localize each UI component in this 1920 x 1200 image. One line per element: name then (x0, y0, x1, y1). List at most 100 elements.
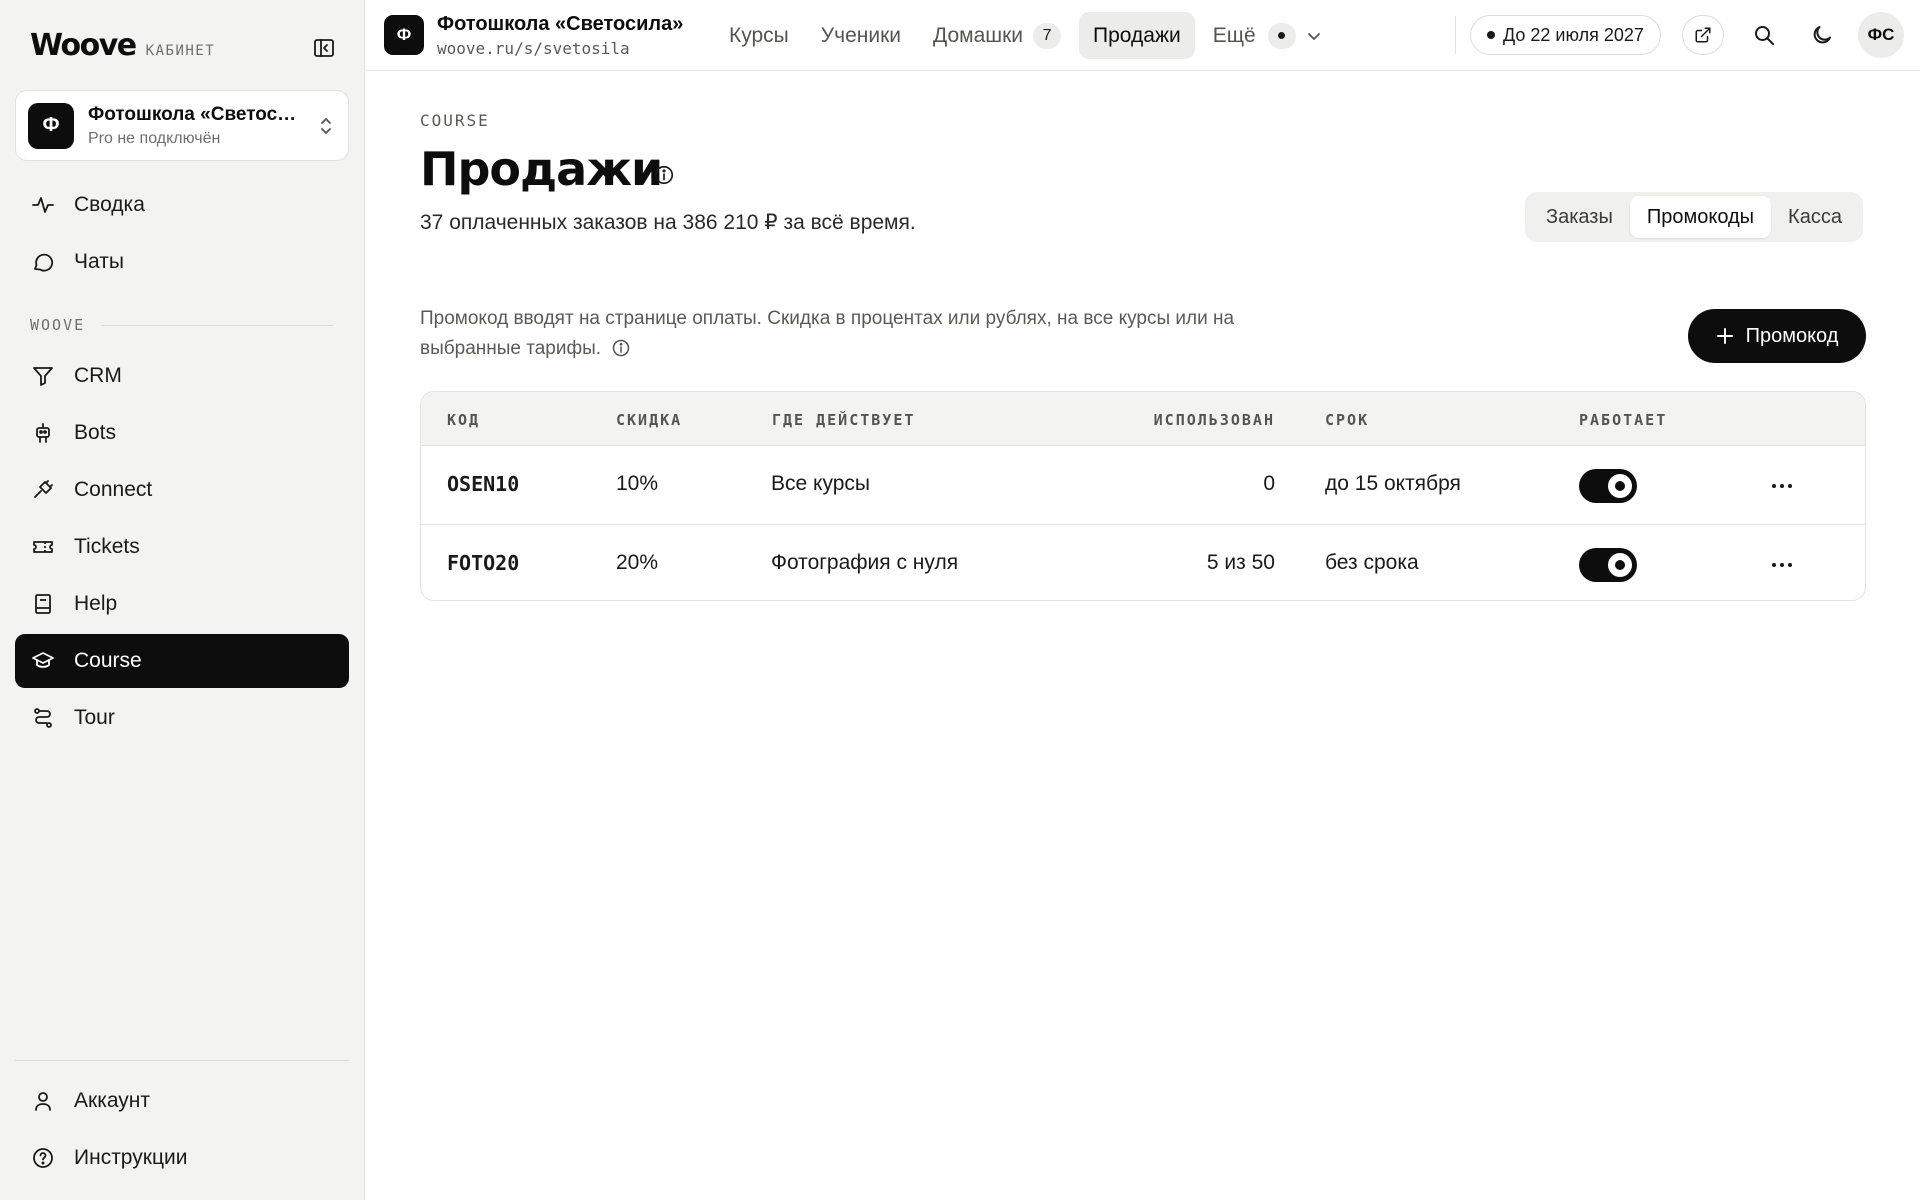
sidebar-collapse-icon (314, 39, 334, 57)
column-header-active[interactable]: РАБОТАЕТ (1579, 411, 1667, 429)
subscription-date: До 22 июля 2027 (1503, 24, 1644, 45)
sidebar-item-tour[interactable]: Tour (15, 691, 349, 745)
topbar-divider (1455, 16, 1456, 54)
table-header: КОД СКИДКА ГДЕ ДЕЙСТВУЕТ ИСПОЛЬЗОВАН СРО… (421, 392, 1865, 446)
sidebar-item-tickets[interactable]: Tickets (15, 520, 349, 574)
sidebar-footer-divider (15, 1060, 349, 1061)
promocode-term: до 15 октября (1325, 472, 1461, 495)
more-horizontal-icon (1772, 484, 1792, 488)
tab-orders[interactable]: Заказы (1529, 196, 1630, 238)
promocodes-table: КОД СКИДКА ГДЕ ДЕЙСТВУЕТ ИСПОЛЬЗОВАН СРО… (420, 391, 1866, 601)
description-info-icon[interactable] (611, 338, 631, 358)
workspace-switcher[interactable]: Ф Фотошкола «Светосила» Pro не подключён (15, 90, 349, 161)
tab-label: Курсы (729, 23, 789, 47)
sidebar-item-label: Bots (74, 421, 117, 444)
table-row[interactable]: FOTO20 20% Фотография с нуля 5 из 50 без… (421, 526, 1865, 600)
sidebar-item-label: Connect (74, 478, 153, 501)
ticket-icon (30, 534, 56, 560)
column-header-used[interactable]: ИСПОЛЬЗОВАН (1154, 411, 1275, 429)
column-header-term[interactable]: СРОК (1325, 411, 1369, 429)
page-title: Продажи (420, 142, 663, 196)
more-horizontal-icon (1772, 563, 1792, 567)
user-icon (30, 1088, 56, 1114)
sidebar-item-label: Help (74, 592, 118, 615)
sidebar-item-chats[interactable]: Чаты (15, 235, 349, 289)
sidebar-item-label: Tour (74, 706, 115, 729)
row-more-button[interactable] (1767, 551, 1797, 579)
promocode-active-toggle[interactable] (1579, 548, 1637, 582)
plug-icon (30, 477, 56, 503)
description-text: Промокод вводят на странице оплаты. Скид… (420, 308, 1235, 359)
column-header-discount[interactable]: СКИДКА (616, 411, 682, 429)
subscription-date-pill[interactable]: До 22 июля 2027 (1470, 15, 1661, 55)
tab-label: Ещё (1212, 23, 1256, 47)
plus-icon (1716, 328, 1733, 344)
tab-label: Ученики (820, 23, 901, 47)
sidebar-item-label: Чаты (74, 250, 124, 273)
tab-homework[interactable]: Домашки 7 (919, 12, 1075, 59)
chevron-up-down-icon (316, 114, 336, 138)
sidebar: Woove КАБИНЕТ Ф Фотошкола «Светосила» Pr… (0, 0, 365, 1200)
site-url[interactable]: woove.ru/s/svetosila (437, 39, 630, 58)
promocode-scope: Все курсы (771, 472, 870, 495)
theme-toggle-button[interactable] (1802, 15, 1842, 55)
sidebar-item-summary[interactable]: Сводка (15, 178, 349, 232)
sidebar-item-help[interactable]: Help (15, 577, 349, 631)
tab-more[interactable]: Ещё (1199, 12, 1336, 59)
sidebar-section-label: WOOVE (30, 316, 333, 334)
search-icon (1755, 26, 1774, 45)
add-promocode-label: Промокод (1745, 324, 1839, 347)
route-icon (30, 705, 56, 731)
title-info-icon[interactable] (653, 164, 675, 186)
graduation-cap-icon (30, 648, 56, 674)
table-row[interactable]: OSEN10 10% Все курсы 0 до 15 октября (421, 447, 1865, 525)
sidebar-item-label: Course (74, 649, 142, 672)
tab-students[interactable]: Ученики (807, 12, 915, 59)
promocode-discount: 10% (616, 472, 659, 495)
promocode-used: 5 из 50 (1206, 551, 1275, 574)
robot-icon (30, 420, 56, 446)
tab-cashbox[interactable]: Касса (1771, 196, 1859, 238)
tab-promocodes[interactable]: Промокоды (1629, 196, 1772, 238)
promocode-description: Промокод вводят на странице оплаты. Скид… (420, 304, 1340, 364)
site-name[interactable]: Фотошкола «Светосила» (437, 13, 683, 36)
sidebar-item-bots[interactable]: Bots (15, 406, 349, 460)
sidebar-item-crm[interactable]: CRM (15, 349, 349, 403)
column-header-code[interactable]: КОД (447, 411, 480, 429)
promocode-code: FOTO20 (447, 551, 520, 575)
sales-summary: 37 оплаченных заказов на 386 210 ₽ за вс… (420, 211, 916, 234)
status-dot (1487, 31, 1495, 39)
sidebar-item-label: CRM (74, 364, 122, 387)
section-label-text: WOOVE (30, 316, 86, 334)
promocode-active-toggle[interactable] (1579, 469, 1637, 503)
collapse-sidebar-button[interactable] (308, 32, 340, 64)
open-site-button[interactable] (1682, 15, 1724, 55)
funnel-icon (30, 363, 56, 389)
user-avatar[interactable]: ФС (1858, 12, 1904, 58)
promocode-scope: Фотография с нуля (771, 551, 959, 574)
promocode-used: 0 (1263, 472, 1275, 495)
chat-bubble-icon (30, 249, 56, 275)
help-circle-icon (30, 1145, 56, 1171)
search-button[interactable] (1744, 15, 1784, 55)
section-divider (101, 324, 333, 326)
sidebar-item-instructions[interactable]: Инструкции (15, 1131, 349, 1185)
site-avatar[interactable]: Ф (384, 15, 424, 55)
sidebar-item-connect[interactable]: Connect (15, 463, 349, 517)
column-header-scope[interactable]: ГДЕ ДЕЙСТВУЕТ (772, 411, 915, 429)
more-indicator-badge (1267, 22, 1296, 49)
workspace-name: Фотошкола «Светосила» (88, 103, 300, 125)
brand-subtitle: КАБИНЕТ (145, 43, 216, 59)
brand-logo: Woove (30, 28, 137, 63)
promocode-term: без срока (1325, 551, 1419, 574)
row-more-button[interactable] (1767, 472, 1797, 500)
tab-sales[interactable]: Продажи (1079, 12, 1195, 59)
brand[interactable]: Woove КАБИНЕТ (30, 28, 215, 63)
page-eyebrow: COURSE (420, 111, 490, 130)
add-promocode-button[interactable]: Промокод (1688, 309, 1866, 363)
sidebar-item-course[interactable]: Course (15, 634, 349, 688)
top-navigation: Курсы Ученики Домашки 7 Продажи Ещё (715, 12, 1336, 59)
tab-courses[interactable]: Курсы (715, 12, 803, 59)
tab-label: Домашки (933, 23, 1024, 47)
sidebar-item-account[interactable]: Аккаунт (15, 1074, 349, 1128)
